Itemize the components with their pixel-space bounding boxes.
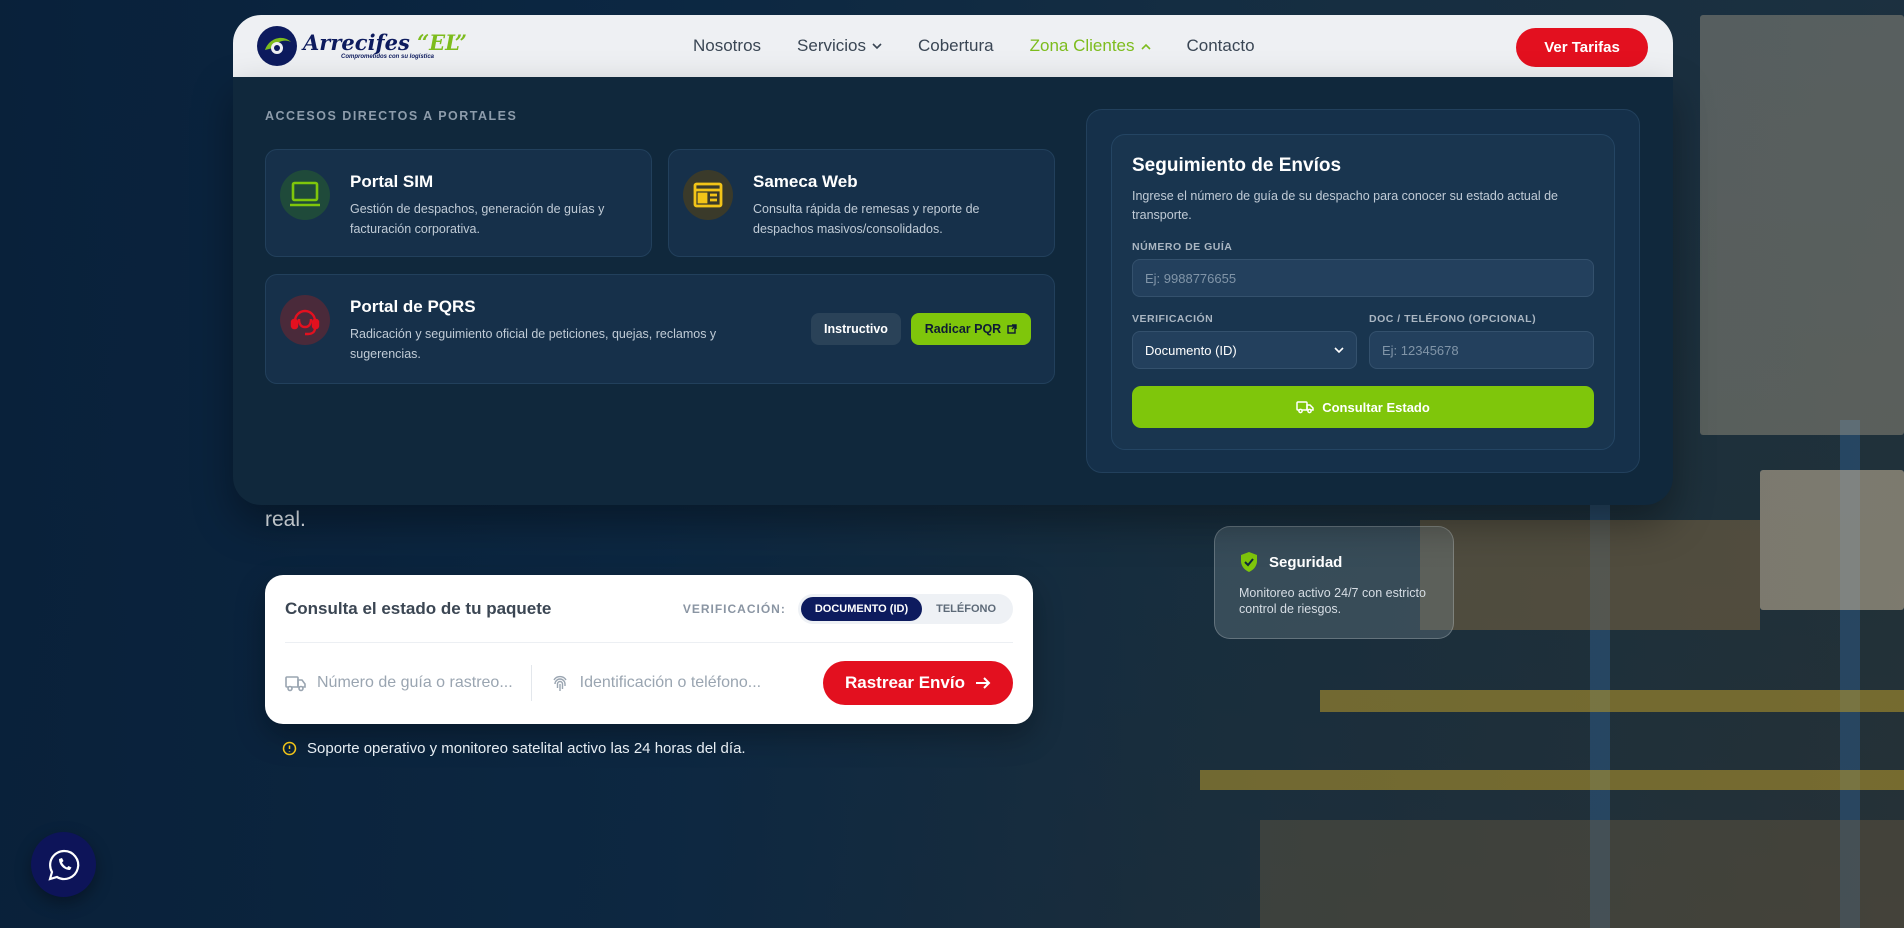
portal-card-pqrs: Portal de PQRS Radicación y seguimiento …: [265, 274, 1055, 384]
verification-toggle: DOCUMENTO (ID) TELÉFONO: [797, 593, 1013, 624]
doc-phone-input[interactable]: [1369, 331, 1594, 369]
portal-description: Consulta rápida de remesas y reporte de …: [753, 202, 980, 236]
site-header: Arrecifes “EL” Comprometidos con su logí…: [233, 15, 1673, 77]
ver-tarifas-button[interactable]: Ver Tarifas: [1516, 28, 1648, 67]
security-text: Monitoreo activo 24/7 con estricto contr…: [1239, 586, 1426, 616]
portal-title: Sameca Web: [753, 172, 858, 191]
verification-select-label: VERIFICACIÓN: [1132, 313, 1214, 325]
security-card: Seguridad Monitoreo activo 24/7 con estr…: [1214, 526, 1454, 639]
tracker-fields: Número de guía o rastreo... Identificaci…: [285, 661, 1013, 705]
warehouse-rack: [1420, 520, 1760, 630]
nav-item-cobertura[interactable]: Cobertura: [918, 36, 994, 56]
warehouse-rack: [1260, 820, 1904, 928]
warehouse-rack: [1700, 15, 1904, 435]
tracking-title: Seguimiento de Envíos: [1132, 155, 1342, 176]
main-nav: Nosotros Servicios Cobertura Zona Client…: [693, 15, 1255, 77]
zona-clientes-mega-menu: ACCESOS DIRECTOS A PORTALES Portal SIM G…: [233, 77, 1673, 505]
brand-name: Arrecifes “EL”: [303, 30, 467, 55]
portals-section-label: ACCESOS DIRECTOS A PORTALES: [265, 109, 518, 123]
external-link-icon: [1007, 324, 1017, 334]
truck-icon: [285, 676, 306, 692]
consultar-estado-button[interactable]: Consultar Estado: [1132, 386, 1594, 428]
toggle-document[interactable]: DOCUMENTO (ID): [800, 596, 923, 621]
warehouse-rack: [1320, 690, 1904, 712]
guide-number-label: NÚMERO DE GUÍA: [1132, 241, 1233, 253]
id-field[interactable]: Identificación o teléfono...: [550, 673, 761, 693]
nav-item-nosotros[interactable]: Nosotros: [693, 36, 761, 56]
tracker-header: Consulta el estado de tu paquete VERIFIC…: [285, 575, 1013, 643]
radicar-pqr-label: Radicar PQR: [924, 322, 1002, 336]
tracking-description: Ingrese el número de guía de su despacho…: [1132, 189, 1558, 222]
tracking-panel: Seguimiento de Envíos Ingrese el número …: [1086, 109, 1640, 473]
verification-select[interactable]: Documento (ID): [1132, 331, 1357, 369]
portal-card-sim[interactable]: Portal SIM Gestión de despachos, generac…: [265, 149, 652, 257]
info-icon: [282, 741, 297, 756]
portal-card-sameca[interactable]: Sameca Web Consulta rápida de remesas y …: [668, 149, 1055, 257]
package-tracker: Consulta el estado de tu paquete VERIFIC…: [265, 575, 1033, 724]
radicar-pqr-button[interactable]: Radicar PQR: [911, 313, 1031, 345]
security-title: Seguridad: [1269, 553, 1343, 571]
logo-text: Arrecifes “EL” Comprometidos con su logí…: [303, 30, 467, 61]
consultar-estado-label: Consultar Estado: [1322, 399, 1430, 415]
verification-toggle-group: VERIFICACIÓN: DOCUMENTO (ID) TELÉFONO: [682, 593, 1013, 624]
guide-field[interactable]: Número de guía o rastreo...: [285, 674, 513, 692]
logo-mark-icon: [257, 26, 297, 66]
portal-description: Gestión de despachos, generación de guía…: [350, 202, 605, 236]
support-text: Soporte operativo y monitoreo satelital …: [307, 740, 746, 757]
tracking-label-row: VERIFICACIÓN DOC / TELÉFONO (OPCIONAL): [1132, 313, 1594, 325]
verification-label: VERIFICACIÓN:: [682, 601, 786, 616]
security-header: Seguridad: [1239, 551, 1429, 573]
guide-number-input[interactable]: [1132, 259, 1594, 297]
id-input[interactable]: Identificación o teléfono...: [580, 674, 761, 692]
nav-item-servicios[interactable]: Servicios: [797, 36, 882, 56]
hero-subtitle: real.: [265, 508, 306, 531]
portal-title: Portal de PQRS: [350, 297, 476, 316]
chevron-down-icon: [1334, 346, 1344, 353]
instructivo-button[interactable]: Instructivo: [811, 313, 901, 345]
laptop-icon: [280, 170, 330, 220]
guide-input[interactable]: Número de guía o rastreo...: [317, 674, 513, 692]
toggle-phone[interactable]: TELÉFONO: [922, 597, 1010, 621]
truck-icon: [1296, 401, 1314, 414]
support-agent-icon: [280, 295, 330, 345]
shield-icon: [1241, 552, 1257, 572]
warehouse-rack: [1200, 770, 1904, 790]
nav-item-contacto[interactable]: Contacto: [1187, 36, 1255, 56]
tracker-title: Consulta el estado de tu paquete: [285, 598, 552, 618]
whatsapp-button[interactable]: [31, 832, 96, 897]
doc-phone-label: DOC / TELÉFONO (OPCIONAL): [1369, 313, 1537, 325]
brand-logo[interactable]: Arrecifes “EL” Comprometidos con su logí…: [257, 26, 467, 66]
fingerprint-icon: [553, 675, 567, 691]
nav-item-zona-clientes[interactable]: Zona Clientes: [1030, 36, 1151, 56]
brand-tagline: Comprometidos con su logística: [341, 54, 435, 60]
track-shipment-label: Rastrear Envío: [845, 673, 965, 692]
support-notice: Soporte operativo y monitoreo satelital …: [282, 740, 746, 757]
whatsapp-icon: [47, 849, 79, 881]
portal-title: Portal SIM: [350, 172, 434, 191]
arrow-right-icon: [976, 677, 991, 689]
field-divider: [530, 665, 532, 701]
portal-description: Radicación y seguimiento oficial de peti…: [350, 327, 717, 361]
tracking-form: Seguimiento de Envíos Ingrese el número …: [1111, 134, 1615, 450]
verification-select-value: Documento (ID): [1145, 342, 1237, 358]
web-window-icon: [683, 170, 733, 220]
chevron-down-icon: [872, 42, 882, 49]
track-shipment-button[interactable]: Rastrear Envío: [823, 661, 1013, 705]
warehouse-rack: [1760, 470, 1904, 610]
tracking-field-row: Documento (ID): [1132, 331, 1594, 369]
chevron-up-icon: [1140, 43, 1151, 50]
